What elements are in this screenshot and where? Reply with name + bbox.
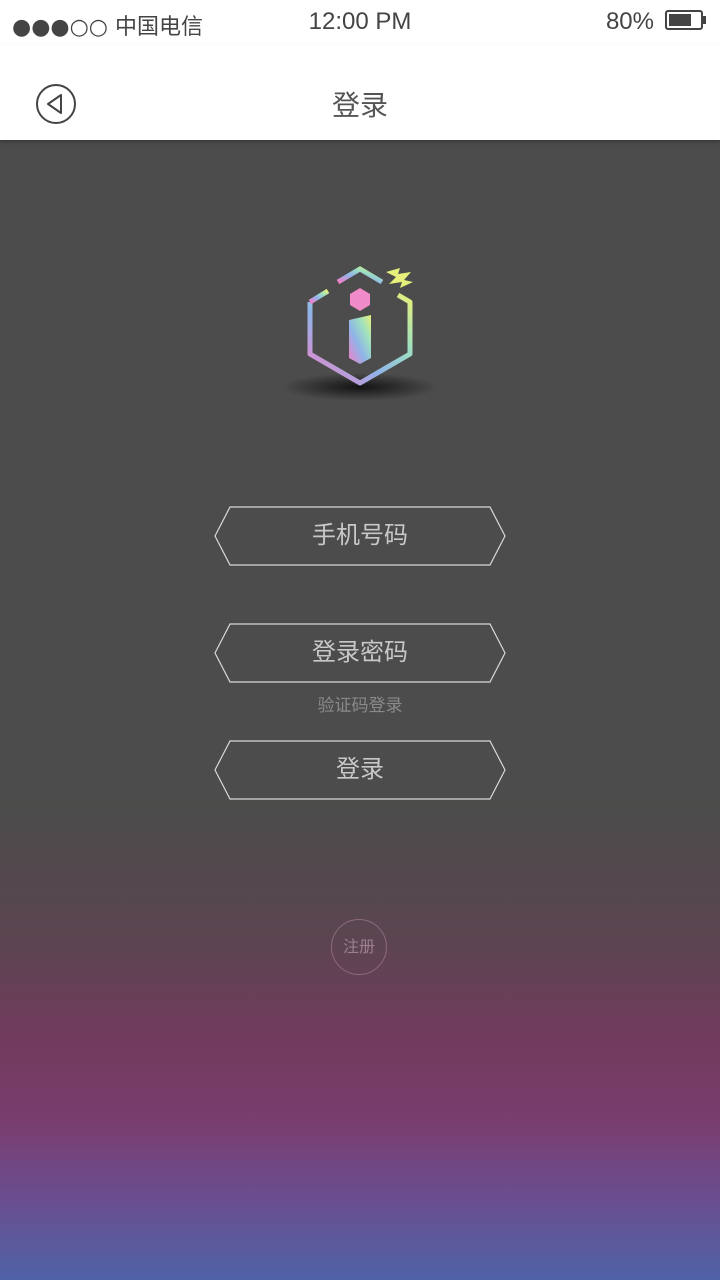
battery-percentage: 80% bbox=[605, 8, 654, 35]
app-logo bbox=[282, 266, 438, 401]
page-title: 登录 bbox=[331, 89, 388, 122]
phone-number-placeholder: 手机号码 bbox=[312, 521, 408, 549]
phone-number-field[interactable]: 手机号码 bbox=[214, 506, 506, 566]
login-button-label: 登录 bbox=[336, 755, 384, 783]
sms-code-login-link[interactable]: 验证码登录 bbox=[0, 691, 720, 716]
password-field[interactable]: 登录密码 bbox=[214, 623, 506, 683]
battery-icon bbox=[665, 10, 706, 30]
password-placeholder: 登录密码 bbox=[312, 638, 408, 666]
register-button[interactable]: 注册 bbox=[331, 919, 387, 975]
login-content: 手机号码 登录密码 验证码登录 登录 注册 bbox=[0, 140, 720, 1280]
login-button[interactable]: 登录 bbox=[214, 740, 506, 800]
navigation-bar: 登录 bbox=[0, 44, 720, 140]
status-bar: ●●●○○ 中国电信 12:00 PM 80% bbox=[0, 0, 720, 44]
